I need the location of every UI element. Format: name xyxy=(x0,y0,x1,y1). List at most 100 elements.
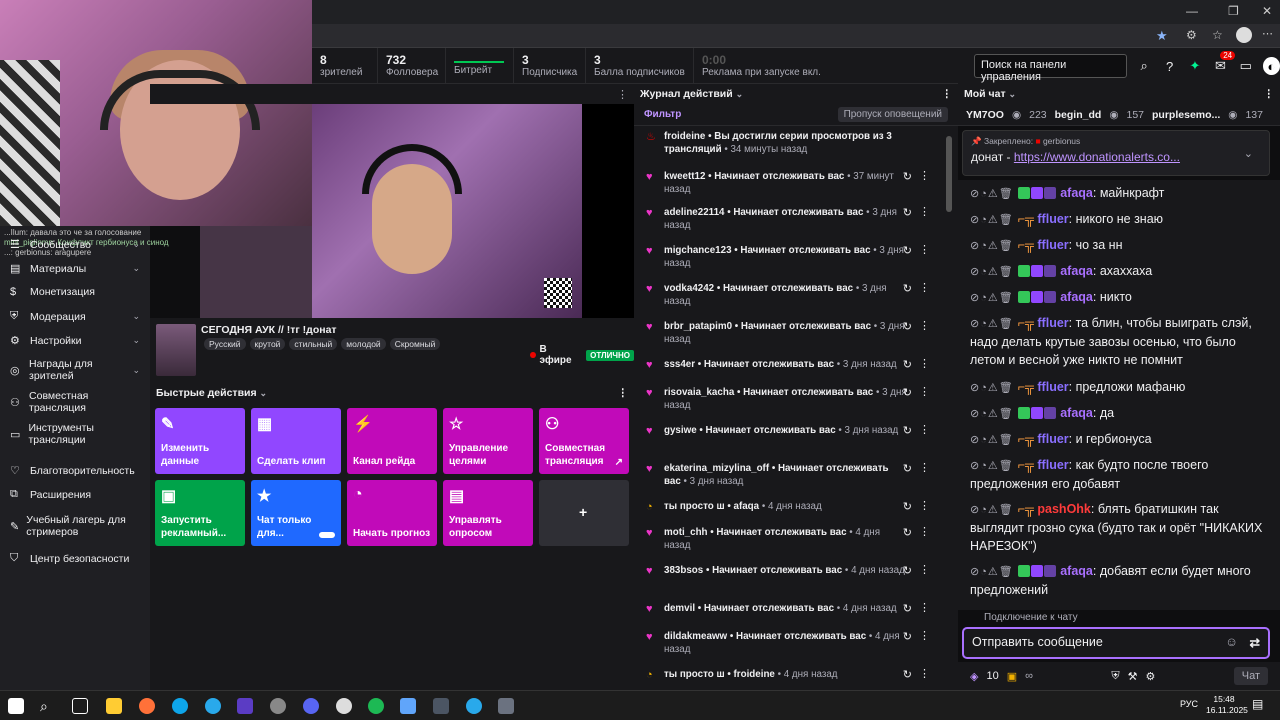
sidebar-item-9[interactable]: ⧉ Расширения xyxy=(0,488,150,501)
toggle-switch[interactable] xyxy=(317,530,337,540)
sidebar-item-8[interactable]: ♡ Благотворительность xyxy=(0,464,150,478)
pinned-link[interactable]: https://www.donationalerts.co... xyxy=(1014,150,1180,164)
activity-user[interactable]: vodka4242 xyxy=(664,283,714,294)
chatter-name[interactable]: begin_dd xyxy=(1055,109,1102,121)
chat-username[interactable]: afaqa xyxy=(1060,406,1093,420)
replay-icon[interactable]: ↻ xyxy=(903,245,912,258)
quick-action-5[interactable]: ▣ Запустить рекламный... xyxy=(155,480,245,546)
quick-action-0[interactable]: ✎ Изменить данные xyxy=(155,408,245,474)
tag[interactable]: Русский xyxy=(204,338,246,350)
chat-username[interactable]: afaqa xyxy=(1060,290,1093,304)
replay-icon[interactable]: ↻ xyxy=(903,387,912,400)
more-icon[interactable]: ⋮ xyxy=(919,500,930,513)
chevron-down-icon[interactable]: ⌄ xyxy=(260,388,268,398)
obs-icon[interactable] xyxy=(270,698,286,714)
spotify-icon[interactable] xyxy=(368,698,384,714)
bits-icon[interactable]: ✦ xyxy=(1186,57,1203,75)
chat-menu-icon[interactable]: ⋮ xyxy=(1264,88,1275,100)
user-avatar[interactable]: ◐ xyxy=(1262,57,1280,75)
file-explorer-icon[interactable] xyxy=(106,698,122,714)
mod-actions-icon[interactable]: ⊘◔⚠🗑 xyxy=(970,408,1018,420)
whispers-icon[interactable]: ▭ xyxy=(1237,57,1254,75)
activity-user[interactable]: sss4er xyxy=(664,359,695,370)
chevron-down-icon[interactable]: ⌄ xyxy=(132,365,140,376)
more-icon[interactable]: ⋮ xyxy=(919,526,930,539)
sidebar-item-2[interactable]: $ Монетизация xyxy=(0,286,150,298)
chat-username[interactable]: ffluer xyxy=(1037,212,1068,226)
search-icon[interactable]: ⌕ xyxy=(1135,57,1152,75)
notification-icon[interactable]: ▤ xyxy=(1252,697,1263,711)
chat-username[interactable]: ffluer xyxy=(1037,238,1068,252)
activity-user[interactable]: 383bsos xyxy=(664,565,703,576)
replay-icon[interactable]: ↻ xyxy=(903,565,912,578)
browser-menu-icon[interactable]: ⋯ xyxy=(1262,27,1273,40)
activity-user[interactable]: ekaterina_mizylina_off xyxy=(664,463,769,474)
mod-actions-icon[interactable]: ⊘◔⚠🗑 xyxy=(970,292,1018,304)
mod-actions-icon[interactable]: ⊘◔⚠🗑 xyxy=(970,382,1018,394)
chevron-down-icon[interactable]: ⌄ xyxy=(132,239,140,250)
chat-username[interactable]: ffluer xyxy=(1037,316,1068,330)
channel-points-icon[interactable]: ◈ xyxy=(970,670,978,683)
more-icon[interactable]: ⋮ xyxy=(919,424,930,437)
replay-icon[interactable]: ↻ xyxy=(903,501,912,514)
preview-menu-icon[interactable]: ⋮ xyxy=(617,88,628,101)
chevron-down-icon[interactable]: ⌄ xyxy=(1009,89,1017,99)
tag[interactable]: крутой xyxy=(249,338,286,350)
quick-action-7[interactable]: ◔ Начать прогноз xyxy=(347,480,437,546)
tag[interactable]: Скромный xyxy=(389,338,441,350)
chat-username[interactable]: pashOhk xyxy=(1037,502,1091,516)
tag[interactable]: молодой xyxy=(341,338,386,350)
dashboard-search-input[interactable]: Поиск на панели управления xyxy=(974,54,1128,83)
replay-icon[interactable]: ↻ xyxy=(903,171,912,184)
quick-action-1[interactable]: ▦ Сделать клип xyxy=(251,408,341,474)
sidebar-item-10[interactable]: ✎ Учебный лагерь для стримеров xyxy=(0,514,150,538)
chatter-name[interactable]: purplesemo... xyxy=(1152,109,1220,121)
more-icon[interactable]: ⋮ xyxy=(919,206,930,219)
app-icon[interactable] xyxy=(400,698,416,714)
replay-icon[interactable]: ↻ xyxy=(903,359,912,372)
sidebar-item-6[interactable]: ⚇ Совместная трансляция xyxy=(0,390,150,414)
more-icon[interactable]: ⋮ xyxy=(919,668,930,681)
sidebar-item-3[interactable]: ⛨ Модерация ⌄ xyxy=(0,310,150,323)
app-icon[interactable] xyxy=(433,698,449,714)
profile-avatar[interactable] xyxy=(1236,27,1252,43)
chevron-down-icon[interactable]: ⌄ xyxy=(132,263,140,274)
chat-input[interactable]: Отправить сообщение ☺ ⇄ xyxy=(962,627,1270,659)
chat-username[interactable]: afaqa xyxy=(1060,264,1093,278)
clock[interactable]: 15:48 16.11.2025 xyxy=(1206,694,1248,716)
replay-icon[interactable]: ↻ xyxy=(903,603,912,616)
quick-action-8[interactable]: ▤ Управлять опросом xyxy=(443,480,533,546)
more-icon[interactable]: ⋮ xyxy=(919,564,930,577)
app-icon[interactable] xyxy=(498,698,514,714)
mod-actions-icon[interactable]: ⊘◔⚠🗑 xyxy=(970,434,1018,446)
activity-menu-icon[interactable]: ⋮ xyxy=(942,88,953,100)
translate-icon[interactable]: ⇄ xyxy=(1250,635,1260,650)
telegram-icon[interactable] xyxy=(205,698,221,714)
activity-user[interactable]: gysiwe xyxy=(664,425,697,436)
steam-icon[interactable] xyxy=(336,698,352,714)
activity-user[interactable]: brbr_patapim0 xyxy=(664,321,732,332)
mod-tools-icon[interactable]: ⚒ xyxy=(1128,670,1138,683)
address-bar[interactable]: ★ ⚙ ☆ ⋯ xyxy=(312,24,1280,48)
chat-username[interactable]: ffluer xyxy=(1037,380,1068,394)
chevron-down-icon[interactable]: ⌄ xyxy=(132,311,140,322)
sidebar-item-11[interactable]: ⛉ Центр безопасности xyxy=(0,552,150,565)
replay-icon[interactable]: ↻ xyxy=(903,669,912,682)
search-icon[interactable]: ⌕ xyxy=(40,698,56,714)
pinned-message[interactable]: 📌 Закреплено: ■ gerbionus донат - https:… xyxy=(962,130,1270,176)
quick-actions-menu-icon[interactable]: ⋮ xyxy=(618,387,629,399)
maximize-icon[interactable]: ❐ xyxy=(1228,4,1239,18)
mod-actions-icon[interactable]: ⊘◔⚠🗑 xyxy=(970,266,1018,278)
chevron-down-icon[interactable]: ⌄ xyxy=(736,89,744,99)
more-icon[interactable]: ⋮ xyxy=(919,630,930,643)
more-icon[interactable]: ⋮ xyxy=(919,282,930,295)
skip-alerts-button[interactable]: Пропуск оповещений xyxy=(837,107,948,122)
sidebar-item-4[interactable]: ⚙ Настройки ⌄ xyxy=(0,334,150,348)
tag[interactable]: стильный xyxy=(289,338,338,350)
activity-user[interactable]: demvil xyxy=(664,603,695,614)
favorites-icon[interactable]: ☆ xyxy=(1212,28,1223,42)
replay-icon[interactable]: ↻ xyxy=(903,425,912,438)
activity-user[interactable]: ты просто ш xyxy=(664,501,725,512)
more-icon[interactable]: ⋮ xyxy=(919,602,930,615)
firefox-icon[interactable] xyxy=(139,698,155,714)
